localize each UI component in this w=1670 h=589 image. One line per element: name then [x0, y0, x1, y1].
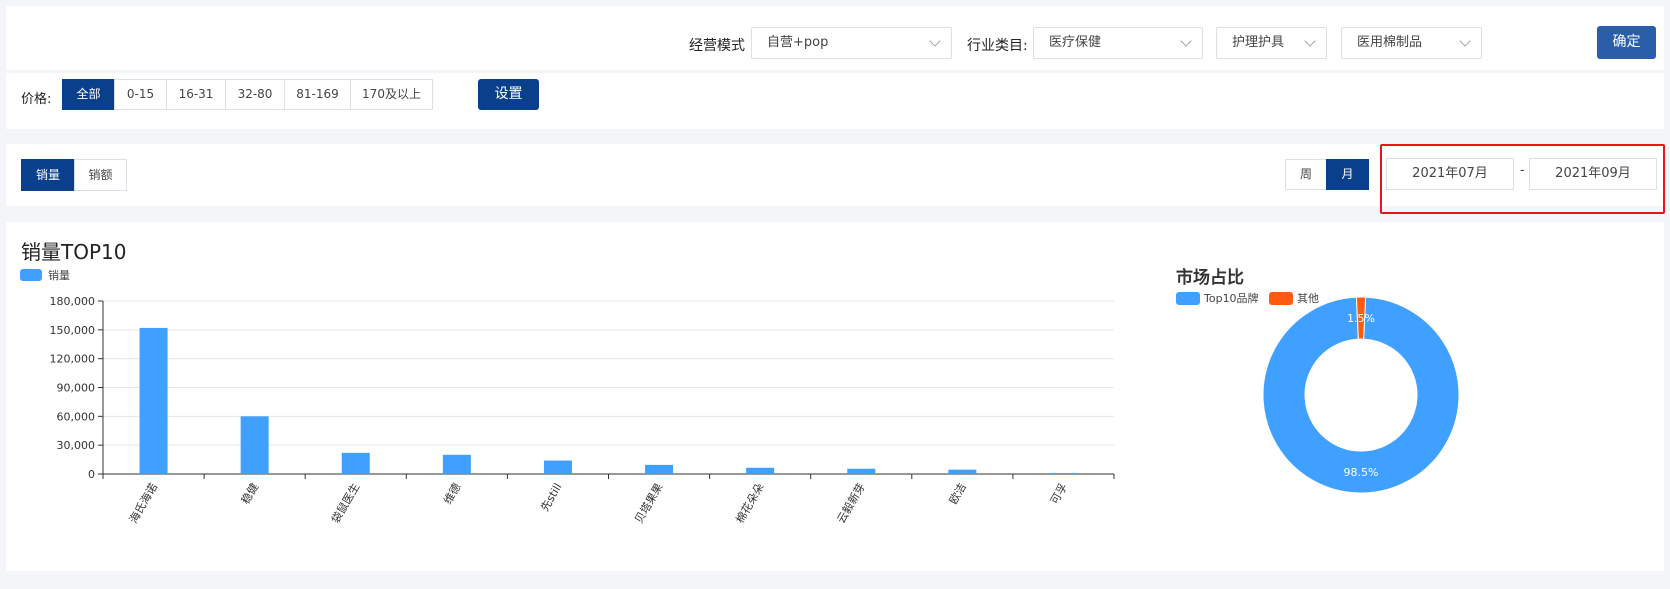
- chevron-down-icon: [1180, 35, 1192, 47]
- price-option-32-80[interactable]: 32-80: [225, 79, 285, 110]
- price-option-81-169[interactable]: 81-169: [284, 79, 351, 110]
- bar-legend-label: 销量: [48, 268, 70, 282]
- pie-slice-label: 1.5%: [1347, 312, 1375, 325]
- industry-select-1-value: 医疗保健: [1049, 35, 1102, 50]
- price-label: 价格:: [21, 92, 52, 107]
- industry-select-3[interactable]: 医用棉制品: [1341, 27, 1482, 59]
- industry-select-1[interactable]: 医疗保健: [1033, 27, 1203, 59]
- y-tick-label: 30,000: [57, 439, 96, 452]
- x-tick-label: 维德: [440, 481, 463, 507]
- toggle-panel: 销量 销额 周 月 2021年07月 - 2021年09月: [6, 144, 1665, 214]
- mode-label: 经营模式: [689, 38, 745, 54]
- x-tick-label: 贝塔果果: [632, 481, 665, 526]
- bar-legend-swatch: [20, 269, 42, 281]
- x-tick-label: 海氏海诺: [126, 481, 160, 526]
- period-option-month[interactable]: 月: [1326, 159, 1369, 190]
- bar: [948, 469, 977, 474]
- bar: [139, 327, 168, 474]
- price-range-selector: 全部 0-15 16-31 32-80 81-169 170及以上: [62, 79, 433, 110]
- x-tick-label: 云毅新芽: [834, 481, 868, 526]
- pie-legend-swatch-top10: [1176, 292, 1200, 305]
- y-tick-label: 180,000: [50, 295, 96, 308]
- confirm-button[interactable]: 确定: [1597, 26, 1656, 59]
- bar: [746, 467, 775, 474]
- industry-select-2-value: 护理护具: [1232, 35, 1285, 50]
- price-option-170-plus[interactable]: 170及以上: [350, 79, 433, 110]
- x-tick-label: 欧洁: [947, 481, 969, 507]
- period-toggle: 周 月: [1285, 159, 1369, 190]
- metric-option-volume[interactable]: 销量: [21, 159, 75, 191]
- bar: [341, 452, 370, 474]
- industry-select-2[interactable]: 护理护具: [1216, 27, 1327, 59]
- metric-toggle: 销量 销额: [21, 159, 127, 191]
- x-tick-label: 稳健: [238, 481, 261, 507]
- pie-legend-swatch-other: [1269, 292, 1293, 305]
- y-tick-label: 60,000: [57, 410, 96, 423]
- price-option-all[interactable]: 全部: [62, 79, 115, 110]
- industry-select-3-value: 医用棉制品: [1357, 35, 1423, 50]
- y-tick-label: 120,000: [50, 353, 96, 366]
- x-tick-label: 棉花朵朵: [733, 481, 767, 526]
- chevron-down-icon: [1304, 35, 1316, 47]
- bar: [442, 454, 471, 474]
- mode-select[interactable]: 自营+pop: [751, 27, 952, 59]
- bar: [543, 460, 572, 474]
- bar: [240, 416, 269, 474]
- pie-title: 市场占比: [1176, 267, 1244, 288]
- industry-label: 行业类目:: [967, 38, 1028, 54]
- period-option-week[interactable]: 周: [1285, 159, 1327, 190]
- x-tick-label: 先still: [538, 481, 564, 514]
- pie-legend-label-other: 其他: [1297, 292, 1319, 305]
- chevron-down-icon: [1459, 35, 1471, 47]
- y-tick-label: 150,000: [50, 324, 96, 337]
- metric-option-revenue[interactable]: 销额: [74, 159, 127, 191]
- pie-slice-label: 98.5%: [1344, 466, 1379, 479]
- y-tick-label: 90,000: [57, 382, 96, 395]
- bar: [1049, 473, 1078, 474]
- filter-panel: 经营模式 自营+pop 行业类目: 医疗保健 护理护具 医用棉制品 确定: [6, 6, 1664, 70]
- chart-svg: 销量 0 30,000 60,000 90,000 120,000 150,000 180,0…: [20, 267, 1460, 526]
- mode-select-value: 自营+pop: [767, 35, 829, 50]
- x-tick-label: 可孚: [1048, 481, 1070, 507]
- price-option-16-31[interactable]: 16-31: [166, 79, 226, 110]
- chevron-down-icon: [929, 35, 941, 47]
- bar: [645, 464, 674, 474]
- price-option-0-15[interactable]: 0-15: [114, 79, 167, 110]
- price-panel: 价格: 全部 0-15 16-31 32-80 81-169 170及以上 设置: [6, 73, 1664, 129]
- x-tick-label: 袋鼠医生: [328, 481, 362, 526]
- bar: [847, 468, 876, 474]
- chart-panel: 销量TOP10 销量 0 30,000 60,000 90,000 120,000 150,…: [6, 222, 1664, 571]
- settings-button[interactable]: 设置: [478, 79, 539, 110]
- pie-legend-label-top10: Top10品牌: [1203, 291, 1259, 305]
- date-range-highlight: [1380, 144, 1665, 214]
- y-tick-label: 0: [88, 468, 95, 481]
